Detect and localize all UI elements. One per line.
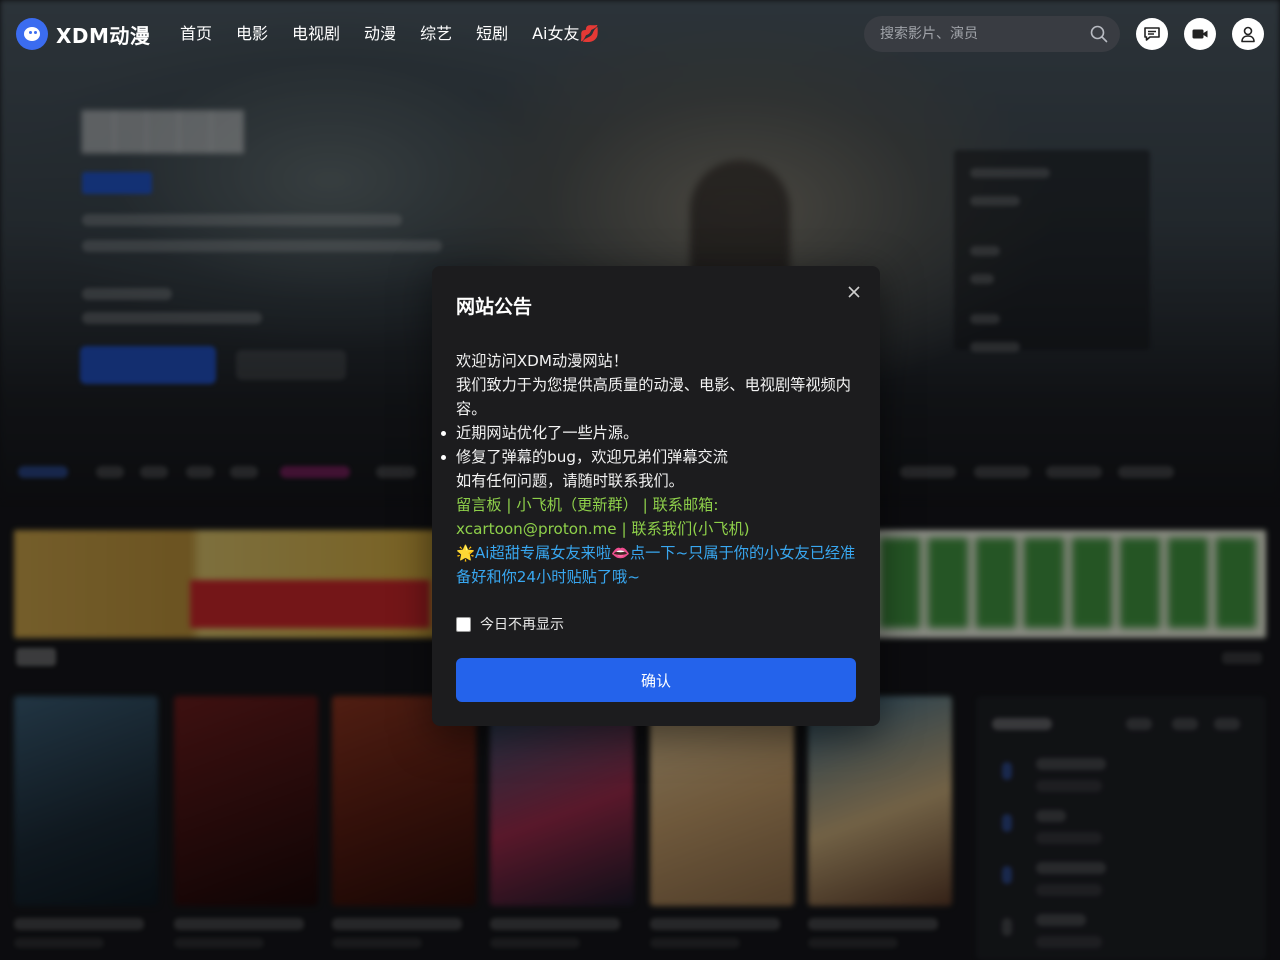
confirm-button[interactable]: 确认	[456, 658, 856, 702]
nav-item-shorts[interactable]: 短剧	[476, 22, 508, 46]
nav-item-anime[interactable]: 动漫	[364, 22, 396, 46]
modal-title: 网站公告	[456, 296, 533, 318]
modal-body: 欢迎访问XDM动漫网站！ 我们致力于为您提供高质量的动漫、电影、电视剧等视频内容…	[441, 349, 860, 589]
top-header: XDM动漫 首页 电影 电视剧 动漫 综艺 短剧 Ai女友💋	[0, 0, 1280, 68]
modal-greeting: 欢迎访问XDM动漫网站！	[456, 352, 628, 370]
message-icon	[1144, 27, 1160, 41]
search-input[interactable]	[880, 24, 1080, 44]
nav-item-movies[interactable]: 电影	[236, 22, 268, 46]
logo-text: XDM动漫	[56, 23, 151, 48]
nav-item-variety[interactable]: 综艺	[420, 22, 452, 46]
dont-show-today[interactable]: 今日不再显示	[456, 614, 564, 634]
video-button[interactable]	[1184, 18, 1216, 50]
main-nav: 首页 电影 电视剧 动漫 综艺 短剧 Ai女友💋	[180, 22, 623, 46]
close-icon	[848, 286, 860, 298]
modal-contact-note: 如有任何问题，请随时联系我们。	[456, 472, 684, 490]
site-logo[interactable]: XDM动漫	[16, 18, 150, 50]
dont-show-label: 今日不再显示	[480, 617, 564, 633]
modal-intro: 我们致力于为您提供高质量的动漫、电影、电视剧等视频内容。	[456, 376, 851, 418]
search-box	[864, 16, 1120, 52]
user-icon	[1241, 26, 1255, 43]
message-button[interactable]	[1136, 18, 1168, 50]
ai-girlfriend-link[interactable]: 🌟Ai超甜专属女友来啦👄点一下~只属于你的小女友已经准备好和你24小时贴贴了哦~	[456, 541, 860, 589]
logo-icon	[16, 18, 48, 50]
nav-item-ai-girlfriend[interactable]: Ai女友💋	[532, 22, 599, 46]
close-button[interactable]	[844, 282, 864, 302]
contact-links[interactable]: 留言板 | 小飞机（更新群） | 联系邮箱: xcartoon@proton.m…	[456, 493, 860, 541]
announcement-list: 近期网站优化了一些片源。 修复了弹幕的bug，欢迎兄弟们弹幕交流	[441, 421, 860, 469]
dont-show-checkbox[interactable]	[456, 616, 471, 632]
announcement-item: 修复了弹幕的bug，欢迎兄弟们弹幕交流	[441, 445, 860, 469]
nav-item-home[interactable]: 首页	[180, 22, 212, 46]
user-button[interactable]	[1232, 18, 1264, 50]
search-icon[interactable]	[1090, 25, 1108, 43]
announcement-item: 近期网站优化了一些片源。	[441, 421, 860, 445]
video-icon	[1192, 29, 1208, 39]
nav-item-tv[interactable]: 电视剧	[292, 22, 340, 46]
